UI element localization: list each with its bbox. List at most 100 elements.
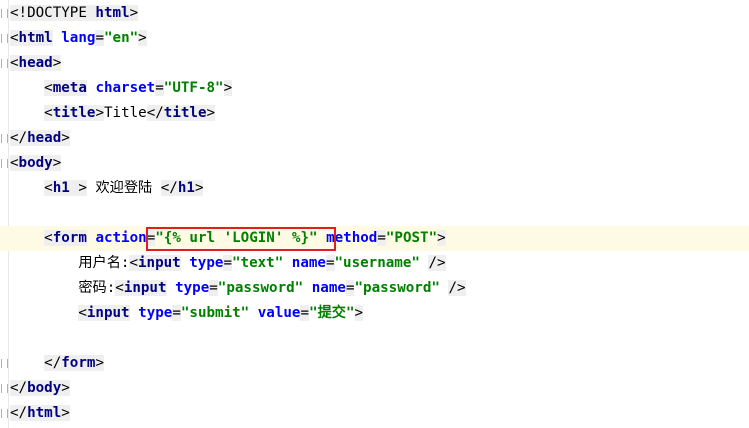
token-sp [167,280,176,296]
token-br: > [206,105,216,121]
code-line[interactable] [0,326,749,351]
token-tag: title [52,105,96,121]
code-line[interactable]: </head> [0,126,749,151]
token-tag: body [18,155,53,171]
code-line[interactable]: <head> [0,51,749,76]
token-br: < [129,255,138,271]
token-br: > [61,130,70,146]
token-txt: 用户名: [78,255,130,271]
token-br: > [61,380,70,396]
token-val: "text" [231,255,284,271]
code-editor[interactable]: <!DOCTYPE html> <html lang="en"> <head> <m… [0,0,749,428]
code-line-content: </body> [10,376,70,401]
code-line[interactable]: <form action="{% url 'LOGIN' %}" method=… [0,226,749,251]
token-attr: name [311,280,346,296]
token-attr: charset [95,80,156,96]
token-br: = [172,305,181,321]
token-sp [130,305,139,321]
token-txt: 密码: [78,280,116,296]
token-attr: type [189,255,224,271]
token-tag: form [52,230,87,246]
token-br: > [223,80,233,96]
code-line-content: 用户名:<input type="text" name="username" /… [10,251,446,276]
token-tag: head [27,130,62,146]
token-br: > [138,30,147,46]
token-br: < [10,55,19,71]
token-br: > [61,405,70,421]
code-line-content: <body> [10,151,62,176]
token-br: > [69,180,87,196]
code-line[interactable]: </html> [0,401,749,426]
token-attr: method [326,230,378,246]
token-txt: Title [103,105,147,121]
token-br: > [95,105,104,121]
code-line[interactable]: <title>Title</title> [0,101,749,126]
token-tag: h1 [52,180,70,196]
token-br: </ [160,180,178,196]
token-tag: title [163,105,207,121]
token-sp [181,255,190,271]
token-br: > [194,180,204,196]
token-txt: 欢迎登陆 [86,180,161,196]
token-sp [303,280,312,296]
code-line[interactable]: </form> [0,351,749,376]
code-line[interactable]: <html lang="en"> [0,26,749,51]
code-line[interactable]: 用户名:<input type="text" name="username" /… [0,251,749,276]
token-attr: lang [61,30,96,46]
token-tag: h1 [177,180,195,196]
code-line-content: 密码:<input type="password" name="password… [10,276,466,301]
token-br: < [10,155,19,171]
code-line-content: <form action="{% url 'LOGIN' %}" method=… [10,226,446,251]
token-tag: input [86,305,130,321]
token-br: > [129,5,139,21]
code-line[interactable]: <h1 > 欢迎登陆 </h1> [0,176,749,201]
token-br: = [95,30,104,46]
token-doctype: !DOCTYPE [18,5,96,21]
token-tag: head [18,55,53,71]
code-line[interactable]: <input type="submit" value="提交"> [0,301,749,326]
token-val: "password" [217,280,304,296]
token-br: </ [44,355,62,371]
token-tag: body [27,380,62,396]
token-br: < [10,30,19,46]
token-br: /> [448,280,466,296]
token-attr: action [95,230,147,246]
token-br: </ [146,105,164,121]
token-val: "en" [103,30,139,46]
code-line-content: <input type="submit" value="提交"> [10,301,364,326]
token-br: = [155,80,164,96]
token-br: > [52,55,62,71]
token-tag: html [18,30,53,46]
token-br: = [300,305,310,321]
code-line-content: <meta charset="UTF-8"> [10,76,233,101]
code-line[interactable]: <!DOCTYPE html> [0,1,749,26]
token-br: </ [10,405,28,421]
code-line[interactable]: </body> [0,376,749,401]
token-br: = [325,255,335,271]
token-tag: input [123,280,167,296]
code-line[interactable]: 密码:<input type="password" name="password… [0,276,749,301]
code-line-content: </head> [10,126,70,151]
token-tag: input [138,255,181,271]
token-val: "POST" [385,230,438,246]
token-br: > [95,355,104,371]
token-attr: type [175,280,210,296]
code-line[interactable] [0,201,749,226]
token-attr: type [138,305,173,321]
token-tag: meta [52,80,87,96]
code-line-content: </form> [10,351,104,376]
token-tag: html [27,405,62,421]
token-sp [318,230,327,246]
code-line-content: <html lang="en"> [10,26,147,51]
token-br: > [52,155,62,171]
token-val: "UTF-8" [163,80,224,96]
code-line[interactable]: <body> [0,151,749,176]
token-sp [283,255,292,271]
token-br: </ [10,130,28,146]
code-line-content: <!DOCTYPE html> [10,1,139,26]
token-br: = [146,230,156,246]
code-line[interactable]: <meta charset="UTF-8"> [0,76,749,101]
